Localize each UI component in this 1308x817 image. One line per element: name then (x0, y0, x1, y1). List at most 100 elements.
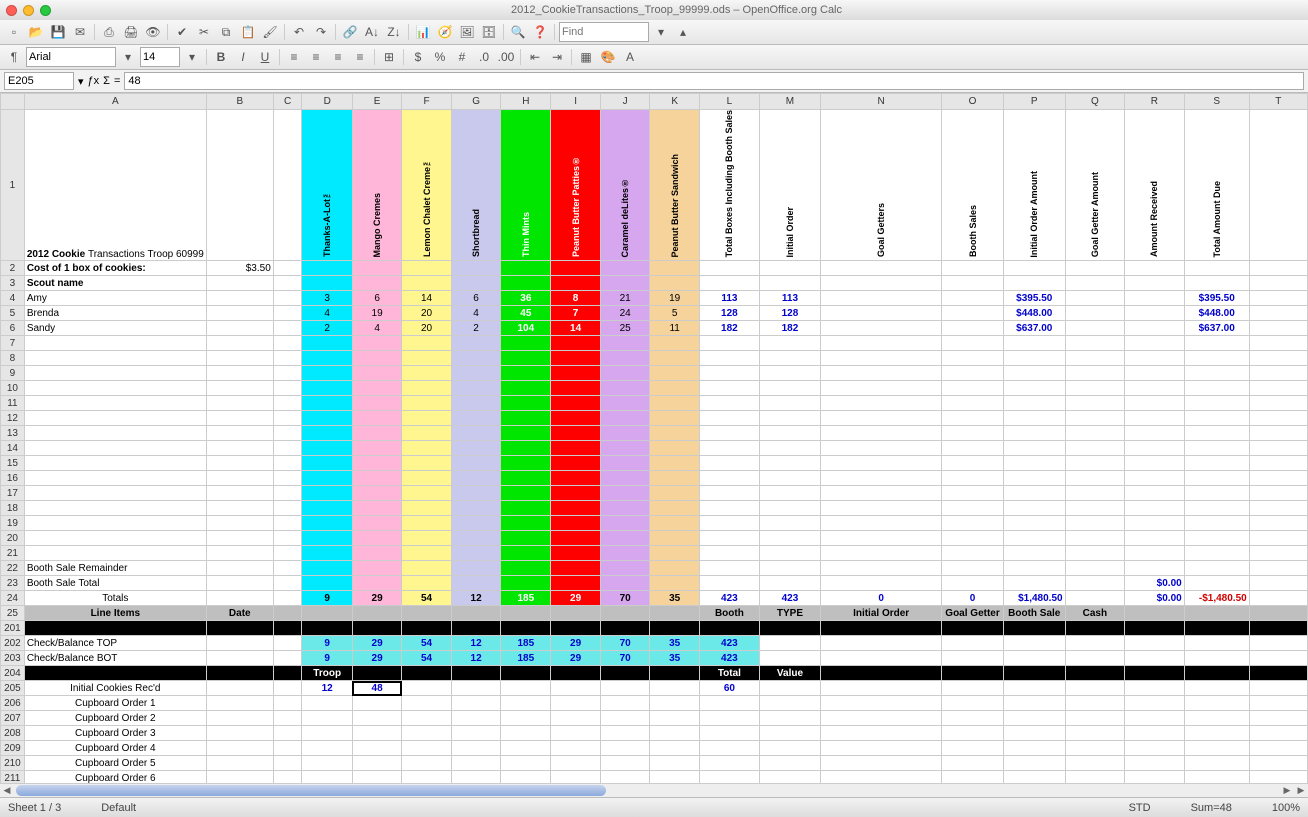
cell-F207[interactable] (402, 711, 452, 726)
cell-R201[interactable] (1125, 621, 1185, 636)
cell-J3[interactable] (600, 276, 650, 291)
cell-N5[interactable] (821, 306, 942, 321)
cell-K18[interactable] (650, 501, 700, 516)
cell-D7[interactable] (302, 336, 353, 351)
cell-E13[interactable] (352, 426, 401, 441)
cell-H208[interactable] (501, 726, 551, 741)
cell-A3[interactable]: Scout name (24, 276, 206, 291)
cell-P203[interactable] (1003, 651, 1065, 666)
cell-R210[interactable] (1125, 756, 1185, 771)
cell-I4[interactable]: 8 (551, 291, 601, 306)
cell-D24[interactable]: 9 (302, 591, 353, 606)
cell-P22[interactable] (1003, 561, 1065, 576)
cell-Q207[interactable] (1065, 711, 1125, 726)
col-header-H[interactable]: H (501, 94, 551, 110)
cell-G211[interactable] (451, 771, 501, 783)
cell-R23[interactable]: $0.00 (1125, 576, 1185, 591)
cell-F208[interactable] (402, 726, 452, 741)
cell-D4[interactable]: 3 (302, 291, 353, 306)
cut-icon[interactable]: ✂ (194, 22, 214, 42)
cell-Q9[interactable] (1065, 366, 1125, 381)
cell-G209[interactable] (451, 741, 501, 756)
redo-icon[interactable]: ↷ (311, 22, 331, 42)
new-doc-icon[interactable]: ▫ (4, 22, 24, 42)
align-justify-icon[interactable]: ≡ (350, 47, 370, 67)
cell-N20[interactable] (821, 531, 942, 546)
cell-O5[interactable] (942, 306, 1004, 321)
cell-N203[interactable] (821, 651, 942, 666)
cell-L13[interactable] (699, 426, 759, 441)
cell-N15[interactable] (821, 456, 942, 471)
cell-M5[interactable]: 128 (759, 306, 820, 321)
cell-R25[interactable] (1125, 606, 1185, 621)
cell-M6[interactable]: 182 (759, 321, 820, 336)
cell-C10[interactable] (273, 381, 302, 396)
cell-I206[interactable] (551, 696, 601, 711)
cell-N18[interactable] (821, 501, 942, 516)
cell-S207[interactable] (1184, 711, 1249, 726)
function-wizard-icon[interactable]: ƒx (88, 75, 100, 87)
cell-P10[interactable] (1003, 381, 1065, 396)
sort-desc-icon[interactable]: Z↓ (384, 22, 404, 42)
cell-L204[interactable]: Total (699, 666, 759, 681)
cell-C12[interactable] (273, 411, 302, 426)
cell-C211[interactable] (273, 771, 302, 783)
cell-S7[interactable] (1184, 336, 1249, 351)
cell-J15[interactable] (600, 456, 650, 471)
cell-J18[interactable] (600, 501, 650, 516)
spreadsheet-grid[interactable]: ABCDEFGHIJKLMNOPQRST12012 Cookie Transac… (0, 93, 1308, 783)
cell-H9[interactable] (501, 366, 551, 381)
sort-asc-icon[interactable]: A↓ (362, 22, 382, 42)
cell-A207[interactable]: Cupboard Order 2 (24, 711, 206, 726)
fontsize-dropdown-icon[interactable]: ▾ (182, 47, 202, 67)
cell-J21[interactable] (600, 546, 650, 561)
cell-O7[interactable] (942, 336, 1004, 351)
cell-R6[interactable] (1125, 321, 1185, 336)
cell-P16[interactable] (1003, 471, 1065, 486)
cell-I5[interactable]: 7 (551, 306, 601, 321)
header-cell-F[interactable]: Lemon Chalet Creme™ (402, 110, 452, 261)
cell-P19[interactable] (1003, 516, 1065, 531)
cell-B8[interactable] (206, 351, 273, 366)
cell-E22[interactable] (352, 561, 401, 576)
cell-B20[interactable] (206, 531, 273, 546)
row-header[interactable]: 25 (1, 606, 25, 621)
cell-C207[interactable] (273, 711, 302, 726)
cell-C18[interactable] (273, 501, 302, 516)
header-cell-J[interactable]: Caramel deLites® (600, 110, 650, 261)
row-header[interactable]: 207 (1, 711, 25, 726)
cell-A10[interactable] (24, 381, 206, 396)
cell-G208[interactable] (451, 726, 501, 741)
cell-F23[interactable] (402, 576, 452, 591)
row-header[interactable]: 23 (1, 576, 25, 591)
cell-H17[interactable] (501, 486, 551, 501)
cell-G203[interactable]: 12 (451, 651, 501, 666)
cell-T205[interactable] (1249, 681, 1307, 696)
cell-J5[interactable]: 24 (600, 306, 650, 321)
cell-B13[interactable] (206, 426, 273, 441)
col-header-G[interactable]: G (451, 94, 501, 110)
cell-P25[interactable]: Booth Sale (1003, 606, 1065, 621)
cell-H6[interactable]: 104 (501, 321, 551, 336)
cell-I11[interactable] (551, 396, 601, 411)
cell-R203[interactable] (1125, 651, 1185, 666)
cell-T22[interactable] (1249, 561, 1307, 576)
cell-A205[interactable]: Initial Cookies Rec'd (24, 681, 206, 696)
formula-icon[interactable]: = (114, 75, 120, 87)
cell-D17[interactable] (302, 486, 353, 501)
cell-B14[interactable] (206, 441, 273, 456)
cell-B4[interactable] (206, 291, 273, 306)
cell-B22[interactable] (206, 561, 273, 576)
cell-T207[interactable] (1249, 711, 1307, 726)
chart-icon[interactable]: 📊 (413, 22, 433, 42)
cell-K14[interactable] (650, 441, 700, 456)
cell-F25[interactable] (402, 606, 452, 621)
cell-D25[interactable] (302, 606, 353, 621)
cell-Q7[interactable] (1065, 336, 1125, 351)
cell-R205[interactable] (1125, 681, 1185, 696)
hyperlink-icon[interactable]: 🔗 (340, 22, 360, 42)
cell-E207[interactable] (352, 711, 401, 726)
cell-K2[interactable] (650, 261, 700, 276)
cell-E206[interactable] (352, 696, 401, 711)
gallery-icon[interactable]: 🖼 (457, 22, 477, 42)
